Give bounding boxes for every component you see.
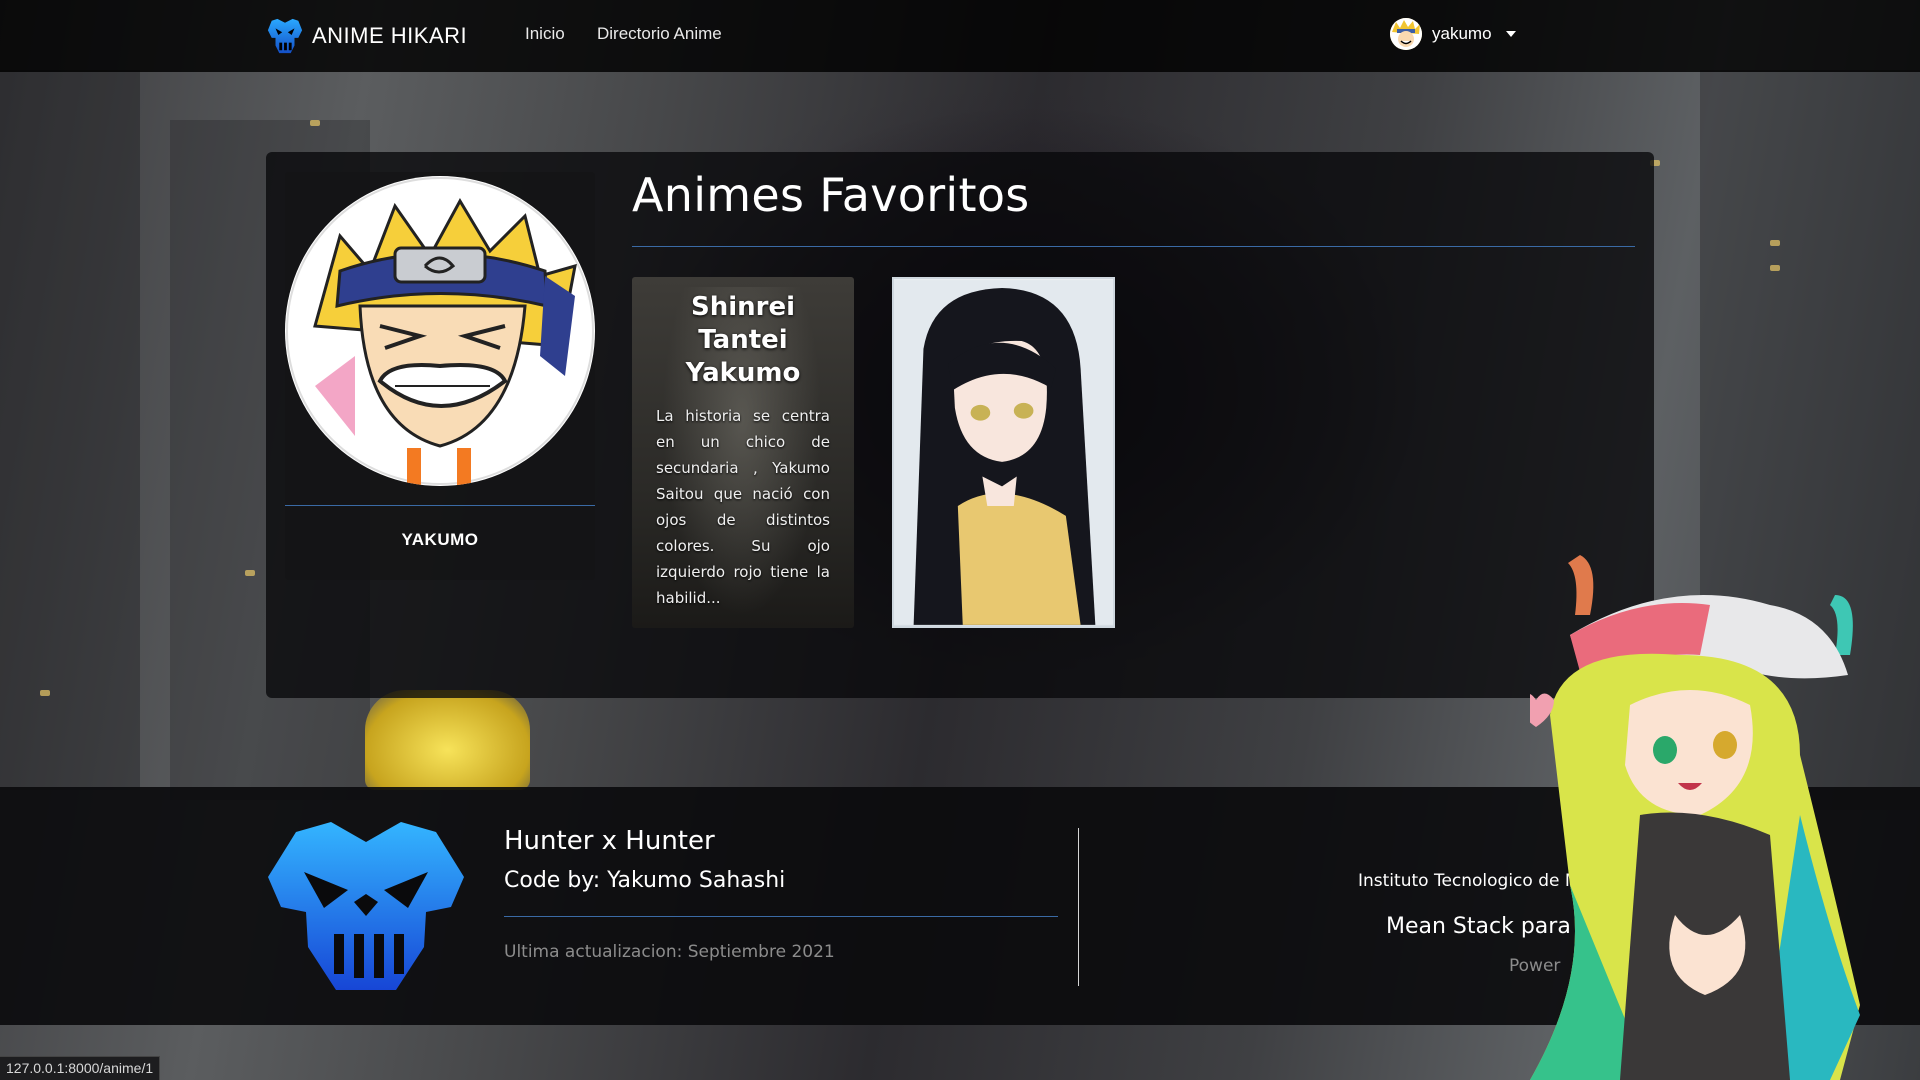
brand-name: ANIME HIKARI: [312, 23, 468, 48]
bg-light: [1770, 240, 1780, 246]
avatar-face-icon: [1390, 18, 1422, 50]
profile-username: YAKUMO: [401, 530, 479, 549]
footer-last-update: Ultima actualizacion: Septiembre 2021: [504, 942, 835, 962]
bg-light: [310, 120, 320, 126]
bg-light: [40, 690, 50, 696]
user-avatar: [1390, 18, 1422, 50]
footer-divider: [504, 916, 1058, 917]
profile-avatar-image: [286, 177, 594, 486]
navbar: ANIME HIKARI Inicio Directorio Anime yak…: [0, 0, 1920, 72]
anime-cover-image[interactable]: [892, 277, 1115, 628]
footer-title: Hunter x Hunter: [504, 826, 715, 856]
anime-card-description: La historia se centra en un chico de sec…: [656, 407, 830, 607]
skull-logo-icon: [267, 18, 303, 54]
bg-building: [0, 70, 140, 790]
browser-status-url: 127.0.0.1:8000/anime/1: [0, 1056, 161, 1080]
bg-lantern: [365, 690, 530, 790]
user-menu-dropdown[interactable]: yakumo: [1390, 18, 1516, 50]
anime-card-title: Shinrei Tantei Yakumo: [685, 292, 801, 388]
footer-skull-logo-icon: [268, 822, 464, 990]
favorites-divider: [632, 246, 1635, 247]
nav-link-directorio-anime[interactable]: Directorio Anime: [597, 24, 722, 44]
anime-card-shinrei-tantei-yakumo[interactable]: Shinrei Tantei Yakumo La historia se cen…: [632, 277, 854, 628]
footer-code-by: Code by: Yakumo Sahashi: [504, 868, 786, 893]
profile-divider: [285, 505, 595, 506]
footer-vertical-divider: [1078, 828, 1079, 986]
brand[interactable]: ANIME HIKARI: [266, 16, 467, 56]
bg-light: [1770, 265, 1780, 271]
bg-light: [245, 570, 255, 576]
favorites-title: Animes Favoritos: [632, 168, 1030, 222]
user-name: yakumo: [1432, 24, 1492, 43]
profile-avatar: [285, 176, 595, 486]
anime-girl-illustration: [894, 280, 1113, 625]
nav-link-inicio[interactable]: Inicio: [525, 24, 565, 44]
caret-down-icon: [1505, 31, 1516, 37]
mascot-character[interactable]: [1530, 555, 1920, 1080]
